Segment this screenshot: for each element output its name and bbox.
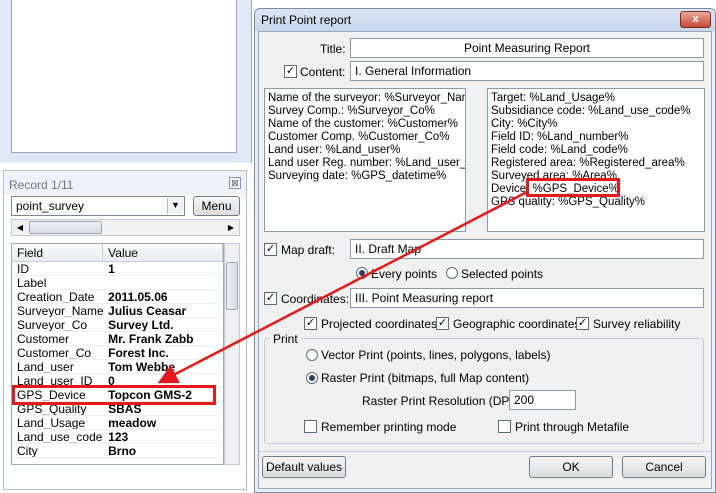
arrow-line [157, 190, 528, 384]
annotation-arrow [157, 190, 528, 384]
